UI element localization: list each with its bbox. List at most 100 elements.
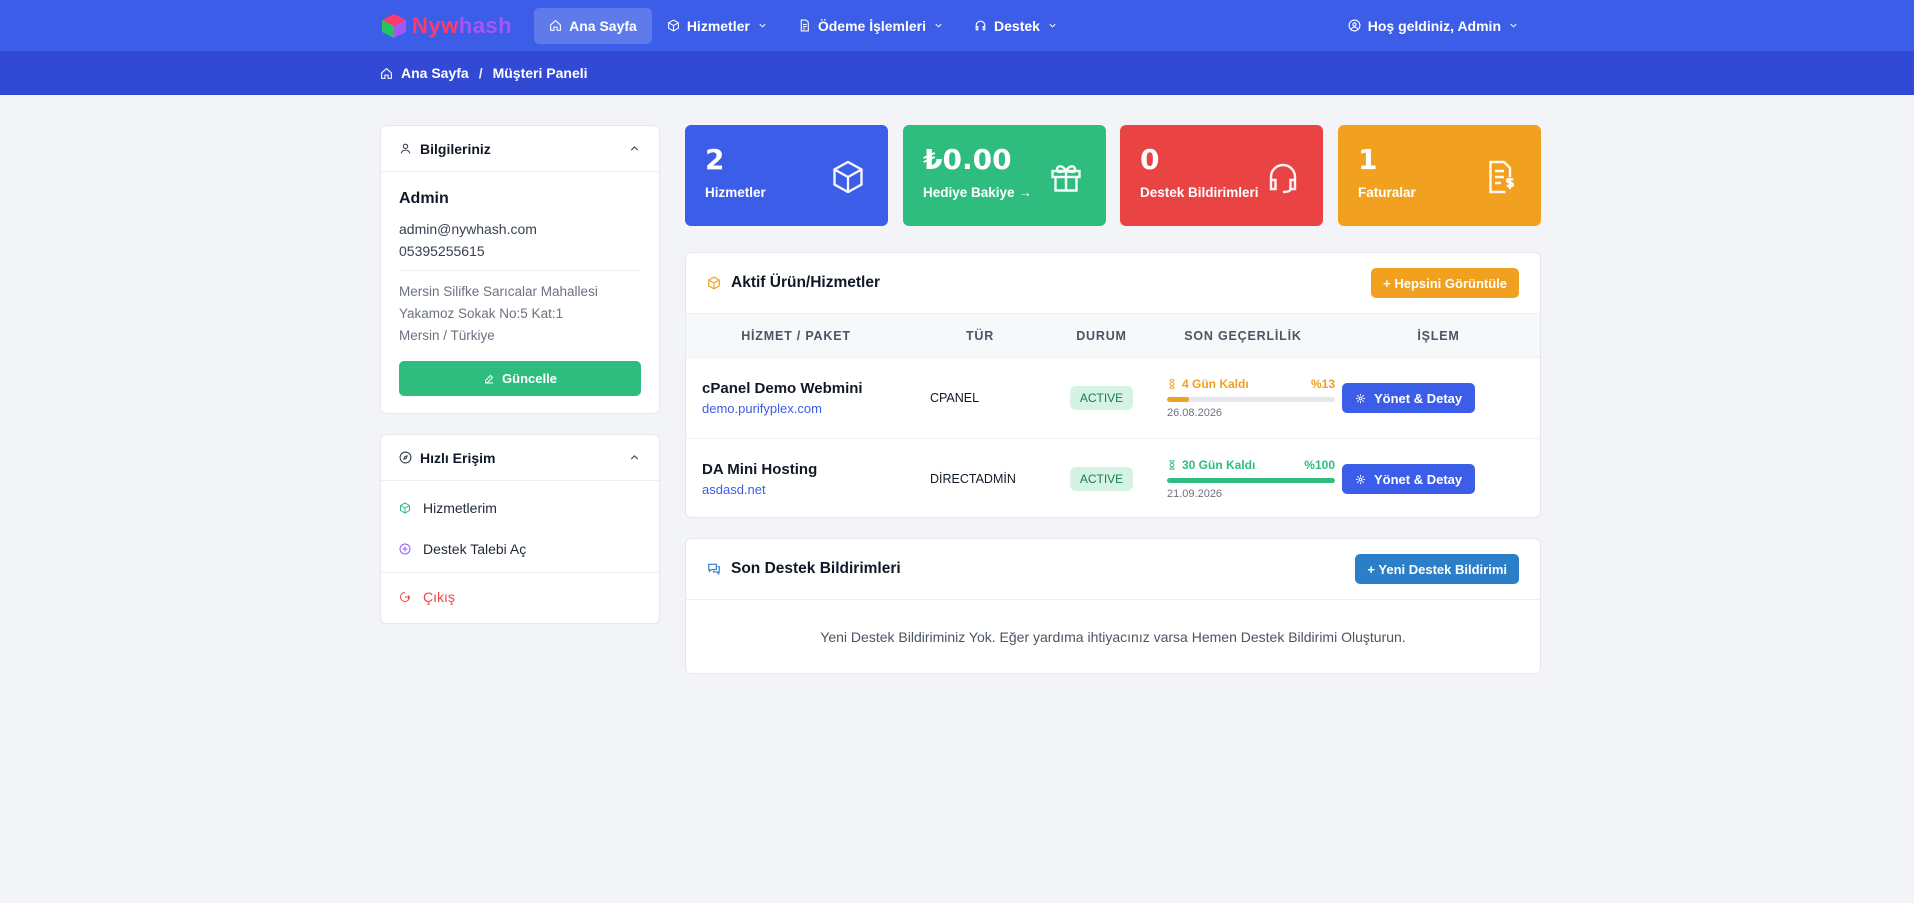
quick-link-services[interactable]: Hizmetlerim bbox=[381, 487, 659, 528]
quick-access-card: Hızlı Erişim Hizmetlerim Destek Talebi A… bbox=[380, 434, 660, 624]
profile-name: Admin bbox=[399, 190, 449, 207]
expiry-progress-bar bbox=[1167, 397, 1335, 402]
expiry-progress-fill bbox=[1167, 397, 1189, 402]
nav-home[interactable]: Ana Sayfa bbox=[534, 7, 652, 44]
manage-button-label: Yönet & Detay bbox=[1374, 390, 1463, 406]
logo-cube-icon bbox=[382, 13, 406, 38]
gift-icon bbox=[1051, 165, 1081, 192]
brand-name: Nywhash bbox=[412, 12, 513, 38]
table-row: cPanel Demo Webmini demo.purifyplex.com … bbox=[686, 357, 1540, 439]
chevron-down-icon bbox=[935, 23, 942, 28]
active-services-title: Aktif Ürün/Hizmetler bbox=[731, 274, 880, 291]
chevron-down-icon bbox=[1049, 23, 1056, 28]
receipt-icon bbox=[800, 19, 809, 32]
breadcrumb-bar: Ana Sayfa / Müşteri Paneli bbox=[0, 51, 1914, 95]
home-icon bbox=[550, 19, 562, 31]
chat-icon bbox=[708, 563, 720, 576]
support-tickets-title: Son Destek Bildirimleri bbox=[731, 560, 901, 577]
nav-payments[interactable]: Ödeme İşlemleri bbox=[783, 8, 959, 44]
nav-support-label: Destek bbox=[994, 17, 1040, 34]
divider bbox=[381, 572, 659, 573]
service-domain[interactable]: demo.purifyplex.com bbox=[702, 401, 906, 416]
stat-card-invoices[interactable]: 1 Faturalar bbox=[1338, 125, 1541, 226]
plus-circle-icon bbox=[399, 543, 411, 554]
nav-services-label: Hizmetler bbox=[686, 17, 750, 34]
remaining-percent: %13 bbox=[1310, 377, 1335, 391]
service-domain[interactable]: asdasd.net bbox=[702, 482, 906, 497]
profile-address-line: Yakamoz Sokak No:5 Kat:1 bbox=[399, 306, 564, 321]
box-icon bbox=[708, 276, 720, 290]
column-header: İŞLEM bbox=[1417, 328, 1460, 343]
status-badge: ACTIVE bbox=[1069, 467, 1134, 492]
chevron-down-icon bbox=[1510, 23, 1517, 28]
profile-email: admin@nywhash.com bbox=[399, 221, 537, 237]
remaining-days: 30 Gün Kaldı bbox=[1182, 458, 1256, 473]
profile-phone: 05395255615 bbox=[399, 243, 485, 259]
profile-card-title: Bilgileriniz bbox=[420, 140, 491, 157]
expiry-date: 21.09.2026 bbox=[1167, 488, 1223, 501]
chevron-up-icon[interactable] bbox=[628, 451, 641, 464]
update-button-label: Güncelle bbox=[502, 371, 557, 386]
expiry-progress-bar bbox=[1167, 478, 1335, 484]
nav-services[interactable]: Hizmetler bbox=[652, 8, 783, 44]
support-tickets-panel: Son Destek Bildirimleri + Yeni Destek Bi… bbox=[685, 538, 1541, 674]
breadcrumb-home[interactable]: Ana Sayfa bbox=[401, 65, 469, 81]
breadcrumb: Ana Sayfa / Müşteri Paneli bbox=[380, 51, 588, 95]
service-name[interactable]: cPanel Demo Webmini bbox=[702, 380, 906, 397]
quick-access-title: Hızlı Erişim bbox=[420, 449, 496, 466]
edit-icon bbox=[485, 374, 494, 383]
active-services-panel: Aktif Ürün/Hizmetler + Hepsini Görüntüle… bbox=[685, 252, 1541, 518]
box-icon bbox=[400, 501, 410, 514]
status-badge: ACTIVE bbox=[1069, 386, 1134, 410]
manage-button-label: Yönet & Detay bbox=[1374, 471, 1463, 487]
service-name[interactable]: DA Mini Hosting bbox=[702, 461, 906, 478]
gear-icon bbox=[1355, 393, 1366, 403]
cube-icon bbox=[833, 160, 863, 194]
chevron-up-icon[interactable] bbox=[628, 142, 641, 155]
invoice-icon bbox=[1489, 160, 1515, 194]
new-ticket-button[interactable]: + Yeni Destek Bildirimi bbox=[1355, 554, 1519, 584]
quick-link-label: Hizmetlerim bbox=[423, 499, 497, 516]
profile-address-line: Mersin Silifke Sarıcalar Mahallesi bbox=[399, 284, 598, 299]
column-header: SON GEÇERLİLİK bbox=[1184, 328, 1302, 343]
breadcrumb-current: Müşteri Paneli bbox=[492, 65, 588, 81]
chevron-down-icon bbox=[759, 23, 766, 28]
profile-card-header[interactable]: Bilgileriniz bbox=[381, 126, 659, 172]
divider bbox=[399, 270, 641, 271]
manage-details-button[interactable]: Yönet & Detay bbox=[1342, 464, 1476, 495]
user-circle-icon bbox=[1348, 19, 1361, 32]
active-services-header: Aktif Ürün/Hizmetler + Hepsini Görüntüle bbox=[686, 253, 1540, 313]
stat-card-support-tickets[interactable]: 0 Destek Bildirimleri bbox=[1120, 125, 1323, 226]
remaining-days: 4 Gün Kaldı bbox=[1182, 377, 1249, 391]
services-table: HİZMET / PAKET TÜR DURUM SON GEÇERLİLİK … bbox=[686, 313, 1540, 520]
profile-card: Bilgileriniz Admin admin@nywhash.com 053… bbox=[380, 125, 660, 414]
view-all-button[interactable]: + Hepsini Görüntüle bbox=[1371, 268, 1519, 298]
expiry-date: 26.08.2026 bbox=[1167, 407, 1223, 419]
column-header: DURUM bbox=[1076, 328, 1127, 343]
expiry-progress-fill bbox=[1167, 478, 1335, 484]
support-tickets-header: Son Destek Bildirimleri + Yeni Destek Bi… bbox=[686, 539, 1540, 600]
logout-label: Çıkış bbox=[423, 588, 455, 605]
top-navbar: Nywhash Ana Sayfa Hizmetler Ödeme İşleml… bbox=[0, 0, 1914, 51]
quick-access-header[interactable]: Hızlı Erişim bbox=[381, 435, 659, 481]
logout-link[interactable]: Çıkış bbox=[381, 576, 659, 617]
user-menu[interactable]: Hoş geldiniz, Admin bbox=[1333, 8, 1534, 44]
quick-link-open-ticket[interactable]: Destek Talebi Aç bbox=[381, 528, 659, 569]
hourglass-icon bbox=[1169, 460, 1175, 470]
hourglass-icon bbox=[1169, 379, 1175, 389]
manage-details-button[interactable]: Yönet & Detay bbox=[1342, 383, 1476, 413]
user-menu-label: Hoş geldiniz, Admin bbox=[1367, 17, 1501, 34]
service-type: CPANEL bbox=[906, 357, 1054, 439]
remaining-percent: %100 bbox=[1304, 458, 1335, 473]
stat-card-gift-balance[interactable]: ₺0.00 Hediye Bakiye → bbox=[903, 125, 1106, 226]
update-profile-button[interactable]: Güncelle bbox=[399, 361, 641, 396]
service-type: DİRECTADMİN bbox=[930, 472, 1016, 487]
breadcrumb-separator: / bbox=[478, 65, 483, 81]
nav-support[interactable]: Destek bbox=[959, 8, 1073, 44]
home-icon bbox=[381, 67, 392, 79]
gear-icon bbox=[1355, 474, 1366, 484]
stat-card-services[interactable]: 2 Hizmetler bbox=[685, 125, 888, 226]
user-icon bbox=[400, 143, 411, 154]
brand-logo[interactable]: Nywhash bbox=[380, 13, 512, 39]
empty-tickets-message: Yeni Destek Bildiriminiz Yok. Eğer yardı… bbox=[820, 629, 1406, 645]
